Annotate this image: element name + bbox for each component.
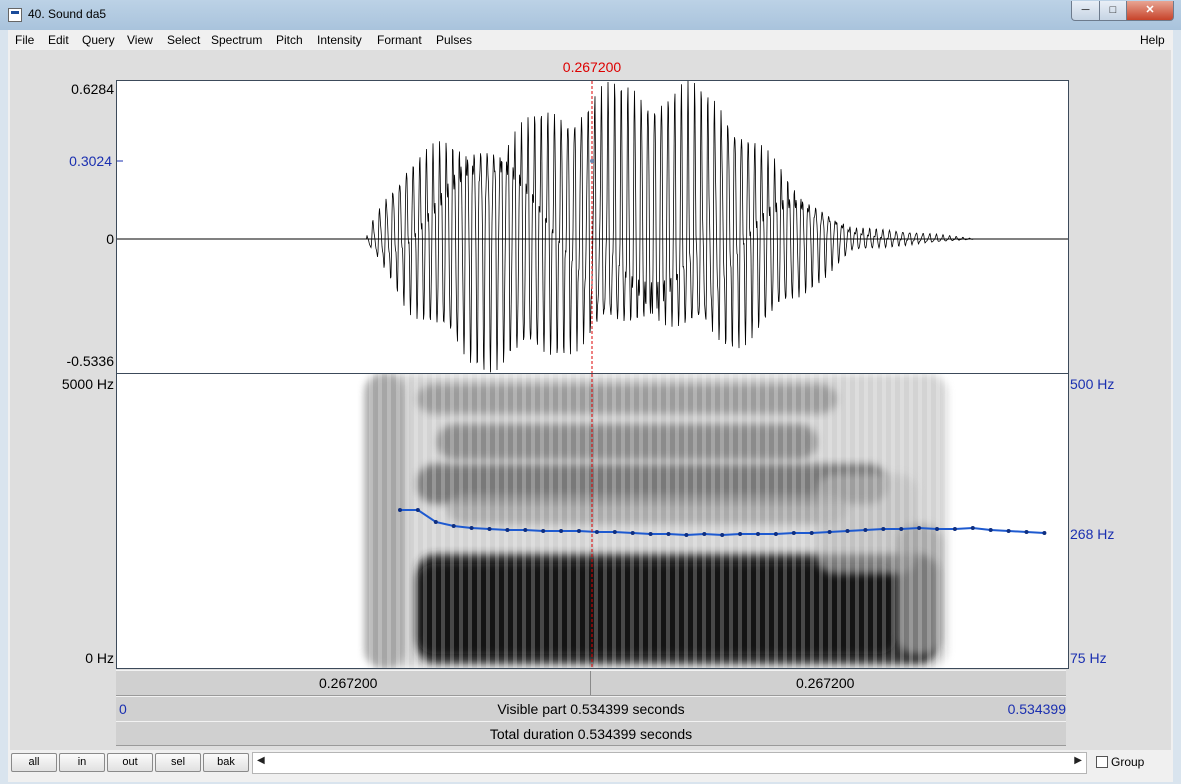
pitch-point xyxy=(970,526,975,530)
zoom-in-button[interactable]: in xyxy=(59,753,105,772)
menu-query[interactable]: Query xyxy=(82,33,115,47)
window-title: 40. Sound da5 xyxy=(28,7,107,21)
pitch-point xyxy=(702,532,707,536)
pitch-point xyxy=(952,527,957,531)
pitch-point xyxy=(756,532,760,536)
cursor-time-bar[interactable]: 0.267200 0.267200 xyxy=(116,670,1066,696)
close-icon: ✕ xyxy=(1145,4,1155,16)
menu-help[interactable]: Help xyxy=(1140,33,1165,47)
menu-file[interactable]: File xyxy=(15,33,34,47)
wave-marker-dot xyxy=(590,159,594,163)
pitch-point xyxy=(988,528,993,532)
pitch-point xyxy=(541,529,546,533)
waveform-plot xyxy=(117,81,1068,373)
scroll-left-icon[interactable]: ◀ xyxy=(257,755,265,766)
zoom-sel-button[interactable]: sel xyxy=(155,753,201,772)
pitch-point xyxy=(469,526,474,530)
pitch-point xyxy=(577,529,581,533)
pitch-point xyxy=(935,527,939,531)
visible-part-label: Visible part 0.534399 seconds xyxy=(497,701,685,717)
menu-bar: File Edit Query View Select Spectrum Pit… xyxy=(8,30,1173,50)
pitch-point xyxy=(398,508,402,512)
menu-edit[interactable]: Edit xyxy=(48,33,69,47)
pitch-point xyxy=(451,524,456,528)
group-checkbox[interactable] xyxy=(1096,756,1108,768)
pitch-point xyxy=(612,530,617,534)
maximize-button[interactable]: □ xyxy=(1099,1,1127,21)
pitch-point xyxy=(415,508,420,512)
pitch-point xyxy=(863,528,868,532)
minimize-icon: ─ xyxy=(1081,4,1090,16)
maximize-icon: □ xyxy=(1109,4,1117,16)
spectrogram-pane[interactable] xyxy=(116,374,1069,669)
spec-freq-min-label: 0 Hz xyxy=(85,650,114,666)
spec-freq-max-label: 5000 Hz xyxy=(61,376,114,392)
visible-end-time: 0.534399 xyxy=(1007,701,1066,717)
pitch-point xyxy=(559,529,564,533)
app-icon xyxy=(8,8,22,22)
pitch-point xyxy=(899,527,904,531)
menu-view[interactable]: View xyxy=(127,33,153,47)
pitch-point xyxy=(505,528,510,532)
pitch-point xyxy=(773,532,778,536)
minimize-button[interactable]: ─ xyxy=(1071,1,1100,21)
bar-divider xyxy=(590,671,591,695)
pitch-point xyxy=(1006,529,1011,533)
pitch-point xyxy=(630,531,635,535)
pitch-point xyxy=(881,527,886,531)
total-duration-bar[interactable]: Total duration 0.534399 seconds xyxy=(116,721,1066,746)
scroll-right-icon[interactable]: ▶ xyxy=(1074,755,1082,766)
group-label: Group xyxy=(1111,755,1145,769)
visible-part-bar[interactable]: 0 Visible part 0.534399 seconds 0.534399 xyxy=(116,696,1066,722)
waveform-pane[interactable] xyxy=(116,80,1069,374)
wave-y-max-label: 0.6284 xyxy=(71,81,114,97)
pitch-point xyxy=(487,527,492,531)
pitch-point xyxy=(666,532,671,536)
pitch-point xyxy=(845,529,850,533)
pitch-point xyxy=(791,531,796,535)
menu-spectrum[interactable]: Spectrum xyxy=(211,33,262,47)
wave-y-marker-label: 0.3024 xyxy=(69,153,112,169)
menu-pulses[interactable]: Pulses xyxy=(436,33,472,47)
pitch-max-label: 500 Hz xyxy=(1070,376,1115,392)
pitch-point xyxy=(738,532,743,536)
wave-y-zero-label: 0 xyxy=(106,231,114,247)
pitch-point xyxy=(594,530,599,534)
pitch-point xyxy=(1042,531,1047,535)
pitch-point xyxy=(720,533,725,537)
bar-left-cursor-time: 0.267200 xyxy=(319,675,378,691)
pitch-point xyxy=(523,528,528,532)
zoom-all-button[interactable]: all xyxy=(11,753,57,772)
pitch-point xyxy=(1024,530,1029,534)
menu-intensity[interactable]: Intensity xyxy=(317,33,362,47)
cursor-time-label: 0.267200 xyxy=(562,59,622,75)
pitch-point xyxy=(827,530,832,534)
menu-pitch[interactable]: Pitch xyxy=(276,33,303,47)
zoom-back-button[interactable]: bak xyxy=(203,753,249,772)
wave-y-min-label: -0.5336 xyxy=(66,353,114,369)
pitch-point xyxy=(917,526,922,530)
close-button[interactable]: ✕ xyxy=(1126,1,1174,21)
pitch-min-label: 75 Hz xyxy=(1070,650,1107,666)
total-duration-label: Total duration 0.534399 seconds xyxy=(489,726,693,742)
menu-formant[interactable]: Formant xyxy=(377,33,422,47)
zoom-out-button[interactable]: out xyxy=(107,753,153,772)
menu-select[interactable]: Select xyxy=(167,33,200,47)
spectrogram-plot xyxy=(365,374,1047,668)
pitch-point xyxy=(648,532,653,536)
pitch-point xyxy=(684,533,689,537)
bar-right-cursor-time: 0.267200 xyxy=(796,675,855,691)
title-bar: 40. Sound da5 xyxy=(0,0,1181,30)
pitch-point xyxy=(809,531,814,535)
pitch-point xyxy=(433,520,438,524)
horizontal-scrollbar[interactable]: ◀ ▶ xyxy=(252,752,1087,774)
pitch-cursor-label: 268 Hz xyxy=(1070,526,1115,542)
